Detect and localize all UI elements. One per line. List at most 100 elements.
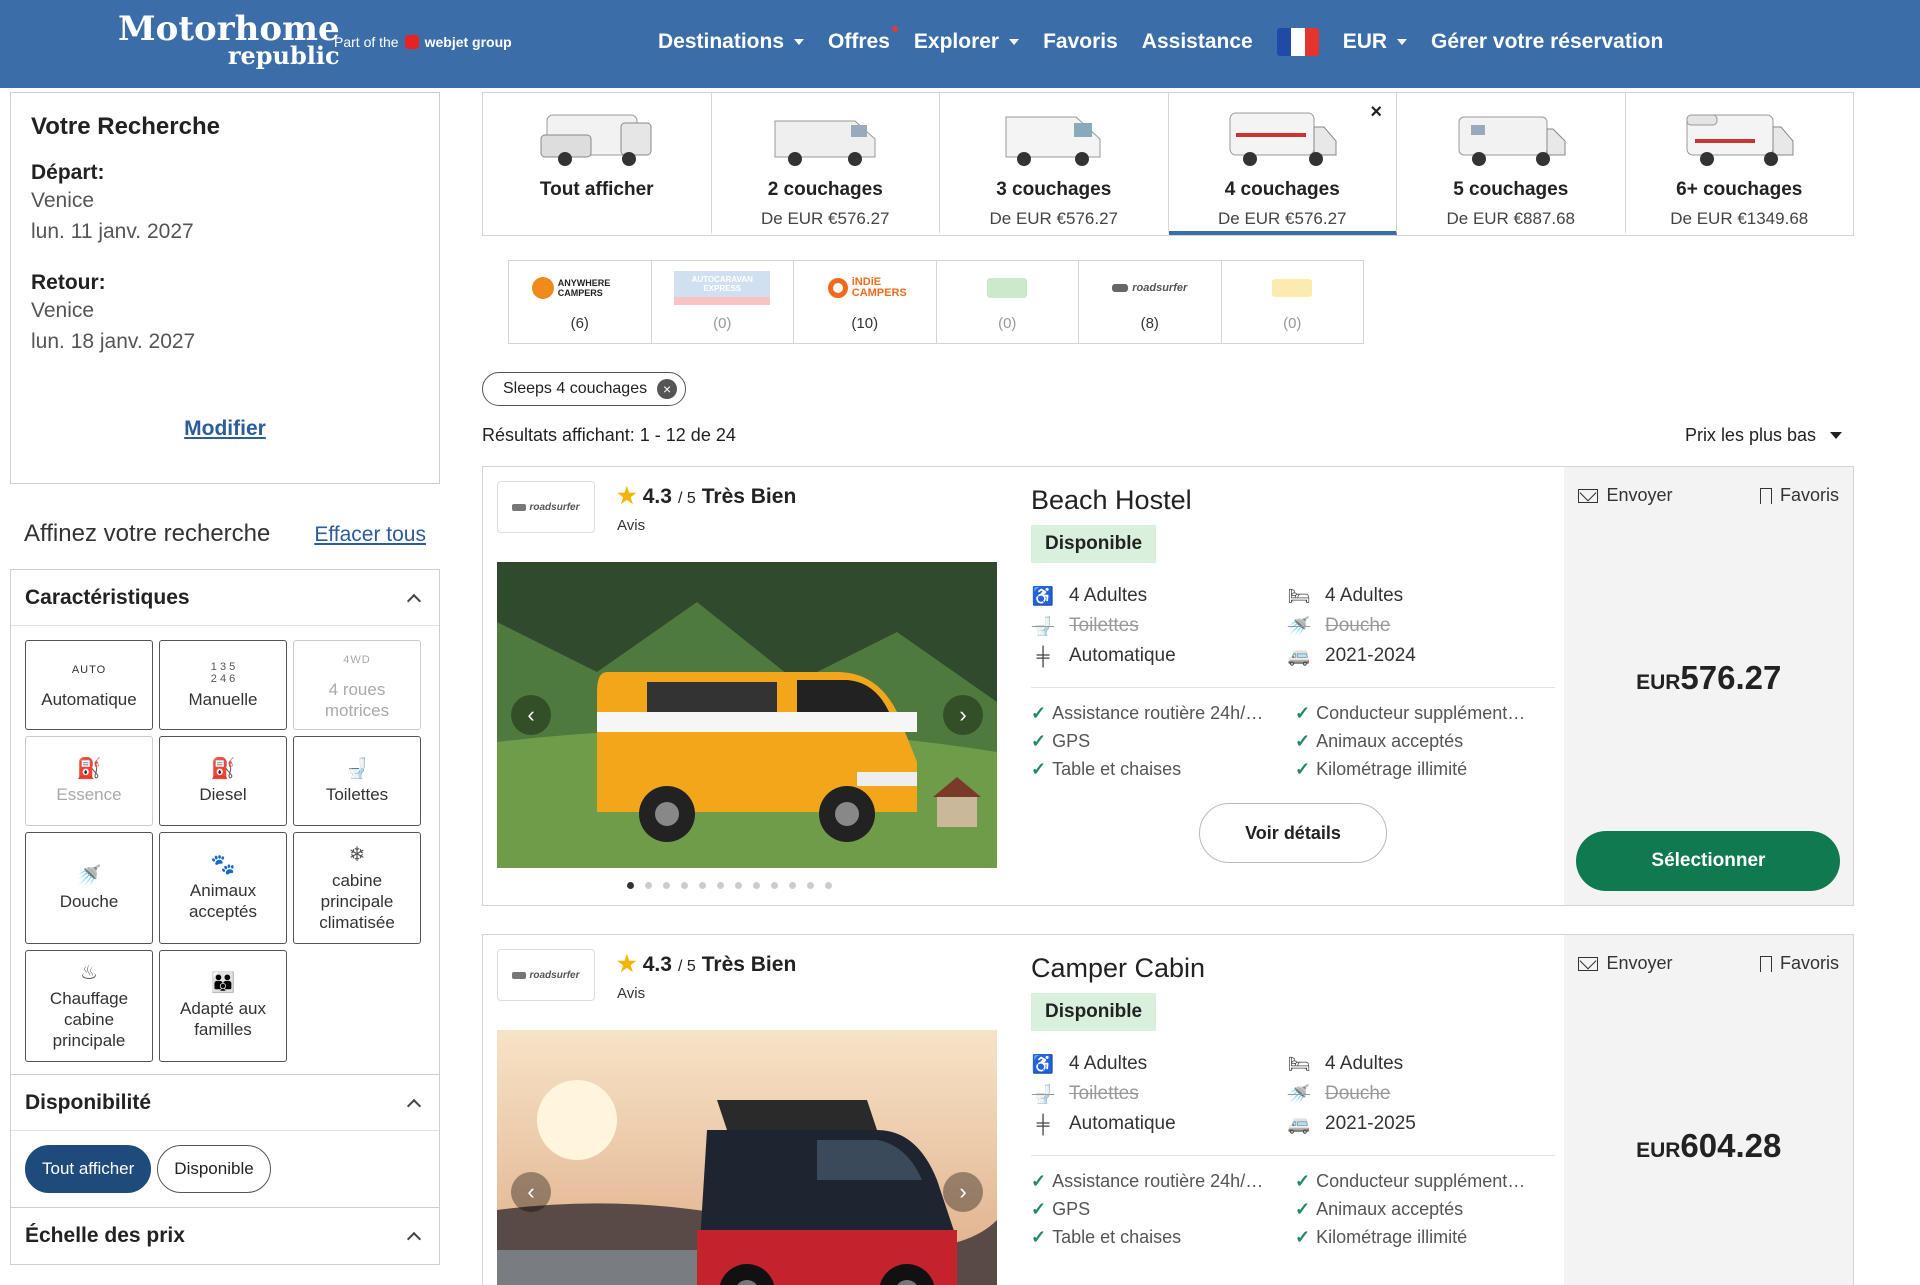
share-button[interactable]: Envoyer [1578, 953, 1672, 974]
filter-toilet[interactable]: 🚽 Toilettes [293, 736, 421, 826]
share-button[interactable]: Envoyer [1578, 485, 1672, 506]
tab-4-sleeps[interactable]: 4 couchages De EUR €576.27 × [1168, 93, 1397, 235]
chevron-up-icon [406, 1231, 422, 1247]
brand-anywhere-campers[interactable]: ANYWHERE CAMPERS (6) [509, 261, 652, 343]
carousel-dot[interactable] [627, 882, 634, 889]
availability-available-button[interactable]: Disponible [157, 1145, 271, 1193]
retour-date: lun. 18 janv. 2027 [31, 330, 196, 353]
reviews-link[interactable]: Avis [617, 517, 645, 534]
carousel-dot[interactable] [825, 882, 832, 889]
brand-count: (6) [570, 314, 589, 332]
tab-all[interactable]: Tout afficher [483, 93, 712, 235]
carousel-dot[interactable] [717, 882, 724, 889]
main-nav: Destinations Offres Explorer Favoris Ass… [658, 26, 1687, 56]
fuel-pump-icon: ⛽ [76, 757, 102, 780]
filter-chip-label: Sleeps 4 couchages [503, 380, 648, 397]
vehicle-photo-carousel[interactable]: ‹ › [497, 1030, 997, 1285]
filter-aircon[interactable]: ❄ cabine principale climatisée [293, 832, 421, 944]
filter-diesel[interactable]: ⛽ Diesel [159, 736, 287, 826]
carousel-dot[interactable] [735, 882, 742, 889]
modify-link[interactable]: Modifier [11, 417, 439, 441]
tab-5-sleeps[interactable]: 5 couchages De EUR €887.68 [1397, 93, 1626, 235]
nav-assistance[interactable]: Assistance [1142, 30, 1253, 54]
reviews-link[interactable]: Avis [617, 985, 645, 1002]
brand-autocaravan-express[interactable]: AUTOCARAVAN EXPRESS (0) [652, 261, 794, 343]
filter-label: Essence [56, 784, 122, 804]
filter-label: Chauffage cabine principale [49, 988, 129, 1050]
nav-offres[interactable]: Offres [828, 26, 898, 54]
close-icon[interactable]: × [1370, 101, 1382, 124]
select-button[interactable]: Sélectionner [1576, 831, 1841, 891]
site-logo[interactable]: Motorhome republic [118, 12, 340, 68]
webjet-group-text: webjet group [424, 34, 512, 50]
check-icon: ✓ [1295, 731, 1311, 751]
close-icon[interactable]: × [657, 379, 678, 399]
favorite-button[interactable]: Favoris [1759, 485, 1839, 508]
price-scale-title: Échelle des prix [25, 1224, 185, 1247]
included-features: ✓ Assistance routière 24h/… ✓ Conducteur s… [1031, 703, 1555, 780]
carousel-next-button[interactable]: › [943, 695, 983, 735]
filter-automatic[interactable]: AUTO Automatique [25, 640, 153, 730]
tab-2-sleeps[interactable]: 2 couchages De EUR €576.27 [712, 93, 940, 235]
brand-mark-icon [531, 276, 554, 299]
vehicle-title[interactable]: Beach Hostel [1031, 485, 1192, 516]
carousel-dot[interactable] [645, 882, 652, 889]
carousel-prev-button[interactable]: ‹ [511, 695, 551, 735]
view-details-button[interactable]: Voir détails [1199, 803, 1387, 863]
brand-mark-icon [827, 277, 848, 298]
tab-3-sleeps[interactable]: 3 couchages De EUR €576.27 [940, 93, 1169, 235]
price-currency: EUR [1636, 1139, 1681, 1162]
brand-indie-campers[interactable]: iNDiE CAMPERS (10) [794, 261, 937, 343]
tab-6plus-sleeps[interactable]: 6+ couchages De EUR €1349.68 [1626, 93, 1854, 235]
nav-manage-booking[interactable]: Gérer votre réservation [1431, 30, 1663, 54]
nav-favoris[interactable]: Favoris [1043, 30, 1118, 54]
depart-date: lun. 11 janv. 2027 [31, 220, 194, 243]
brand-logo: iNDiE CAMPERS [827, 273, 907, 303]
carousel-dot[interactable] [771, 882, 778, 889]
feature-label: Conducteur supplément… [1316, 1171, 1526, 1191]
carousel-dot[interactable] [663, 882, 670, 889]
carousel-dot[interactable] [699, 882, 706, 889]
nav-assistance-label: Assistance [1141, 30, 1253, 53]
nav-destinations[interactable]: Destinations [658, 30, 805, 54]
price-scale-header[interactable]: Échelle des prix [11, 1208, 439, 1264]
spec-beds: 🛏 4 Adultes [1287, 585, 1543, 607]
results-bar: Résultats affichant: 1 - 12 de 24 Prix l… [482, 420, 1854, 450]
filter-shower[interactable]: 🚿 Douche [25, 832, 153, 944]
brand-vanitaly[interactable]: (0) [1222, 261, 1364, 343]
french-flag-icon[interactable] [1276, 28, 1319, 56]
vehicle-photo-carousel[interactable]: ‹ › [497, 562, 997, 868]
tab-price: De EUR €1349.68 [1670, 209, 1809, 228]
favorite-button[interactable]: Favoris [1759, 953, 1839, 976]
vehicle-title[interactable]: Camper Cabin [1031, 953, 1205, 984]
check-icon: ✓ [1031, 1227, 1047, 1247]
availability-all-button[interactable]: Tout afficher [25, 1145, 152, 1193]
clear-all-link[interactable]: Effacer tous [314, 523, 426, 547]
family-icon: 👪 [210, 972, 236, 994]
nav-currency[interactable]: EUR [1343, 30, 1408, 54]
tab-label: 6+ couchages [1676, 179, 1803, 200]
filter-manual[interactable]: 1 3 5 2 4 6 Manuelle [159, 640, 287, 730]
active-filter-chip[interactable]: Sleeps 4 couchages × [482, 372, 687, 406]
carousel-prev-button[interactable]: ‹ [511, 1172, 551, 1212]
filter-pets[interactable]: 🐾 Animaux acceptés [159, 832, 287, 944]
carousel-dot[interactable] [807, 882, 814, 889]
carousel-dot[interactable] [789, 882, 796, 889]
filter-family[interactable]: 👪 Adapté aux familles [159, 950, 287, 1062]
brand-roadsurfer[interactable]: roadsurfer (8) [1079, 261, 1222, 343]
sort-dropdown[interactable]: Prix les plus bas [1685, 425, 1842, 446]
carousel-dot[interactable] [681, 882, 688, 889]
feature-item: ✓ Assistance routière 24h/… [1031, 1171, 1295, 1192]
filter-heating[interactable]: ♨ Chauffage cabine principale [25, 950, 153, 1062]
brand-motorhomes-italy[interactable]: (0) [937, 261, 1079, 343]
filter-4wd[interactable]: 4WD 4 roues motrices [293, 640, 421, 730]
carousel-dot[interactable] [753, 882, 760, 889]
filter-petrol[interactable]: ⛽ Essence [25, 736, 153, 826]
carousel-next-button[interactable]: › [943, 1172, 983, 1212]
nav-explorer[interactable]: Explorer [914, 30, 1020, 54]
availability-section: Disponibilité Tout afficher Disponible [10, 1075, 440, 1208]
availability-header[interactable]: Disponibilité [11, 1075, 439, 1131]
results-range: 1 - 12 de 24 [639, 424, 736, 445]
tab-label: 2 couchages [767, 179, 883, 200]
characteristics-header[interactable]: Caractéristiques [11, 570, 439, 626]
